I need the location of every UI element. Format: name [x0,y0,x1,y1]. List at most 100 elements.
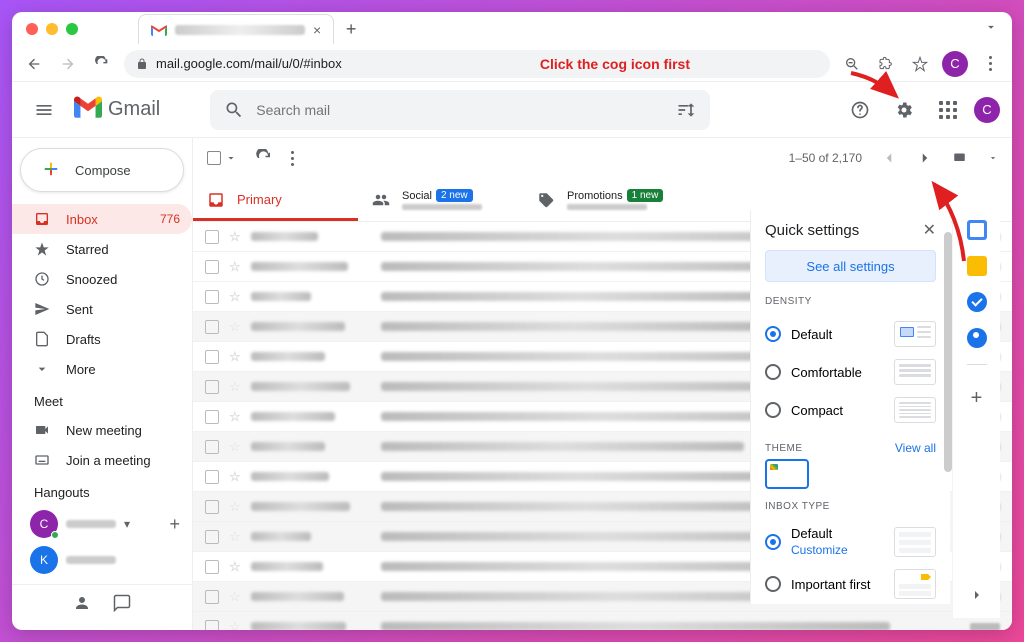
reload-button[interactable] [90,52,114,76]
star-icon[interactable]: ☆ [229,319,241,335]
row-checkbox[interactable] [205,590,219,604]
star-icon[interactable]: ☆ [229,409,241,425]
inbox-type-default[interactable]: Default Customize [765,520,936,563]
gmail-logo[interactable]: Gmail [74,96,160,124]
scrollbar[interactable] [944,232,952,472]
nav-join-meeting[interactable]: Join a meeting [12,445,192,475]
more-actions-icon[interactable] [291,151,294,166]
get-addons-icon[interactable]: + [971,387,983,410]
hangouts-user-row[interactable]: K [12,542,192,578]
chevron-down-icon[interactable] [984,20,998,39]
row-checkbox[interactable] [205,290,219,304]
star-icon[interactable]: ☆ [229,289,241,305]
close-panel-icon[interactable]: ✕ [923,220,936,240]
close-tab-icon[interactable]: × [313,22,321,38]
row-checkbox[interactable] [205,410,219,424]
sent-icon [34,301,50,317]
tab-primary[interactable]: Primary [193,178,358,221]
chevron-down-icon [225,152,237,164]
row-checkbox[interactable] [205,230,219,244]
select-all-checkbox[interactable] [207,151,237,165]
account-avatar[interactable]: C [974,97,1000,123]
keep-addon-icon[interactable] [967,256,987,276]
star-icon[interactable]: ☆ [229,439,241,455]
star-icon[interactable]: ☆ [229,469,241,485]
nav-inbox[interactable]: Inbox 776 [12,204,192,234]
density-option-comfortable[interactable]: Comfortable [765,353,936,391]
row-checkbox[interactable] [205,620,219,631]
row-checkbox[interactable] [205,440,219,454]
nav-starred[interactable]: Starred [12,234,192,264]
refresh-icon[interactable] [255,149,273,167]
tab-promotions[interactable]: Promotions1 new [523,178,688,221]
row-checkbox[interactable] [205,380,219,394]
star-icon[interactable]: ☆ [229,349,241,365]
chat-bubble-icon[interactable] [113,594,131,612]
search-input[interactable] [256,102,664,118]
minimize-window[interactable] [46,23,58,35]
nav-drafts[interactable]: Drafts [12,324,192,354]
row-checkbox[interactable] [205,530,219,544]
star-icon[interactable]: ☆ [229,259,241,275]
nav-snoozed[interactable]: Snoozed [12,264,192,294]
row-checkbox[interactable] [205,260,219,274]
url-field[interactable]: mail.google.com/mail/u/0/#inbox Click th… [124,50,830,78]
search-options-icon[interactable] [676,100,696,120]
settings-gear-icon[interactable] [886,92,922,128]
bookmark-star-icon[interactable] [908,52,932,76]
density-option-compact[interactable]: Compact [765,391,936,429]
close-window[interactable] [26,23,38,35]
star-icon[interactable]: ☆ [229,229,241,245]
star-icon[interactable]: ☆ [229,529,241,545]
gmail-logo-icon [74,96,102,124]
theme-thumbnail[interactable] [765,459,809,489]
row-checkbox[interactable] [205,350,219,364]
star-icon[interactable]: ☆ [229,499,241,515]
collapse-rail-icon[interactable] [969,587,985,608]
compose-button[interactable]: Compose [20,148,184,192]
email-row[interactable]: ☆ [193,612,1012,630]
person-icon[interactable] [73,594,91,612]
chevron-down-icon[interactable] [988,153,998,163]
input-tools-icon[interactable] [952,149,970,167]
next-page-icon[interactable] [916,149,934,167]
new-chat-icon[interactable]: + [169,514,180,535]
see-all-settings-button[interactable]: See all settings [765,250,936,282]
star-icon[interactable]: ☆ [229,589,241,605]
density-option-default[interactable]: Default [765,315,936,353]
star-icon[interactable]: ☆ [229,379,241,395]
view-all-themes-link[interactable]: View all [895,441,936,455]
google-apps-icon[interactable] [930,92,966,128]
extensions-icon[interactable] [874,52,898,76]
main-menu-icon[interactable] [24,90,64,130]
star-icon[interactable]: ☆ [229,619,241,631]
inbox-type-important[interactable]: Important first [765,563,936,604]
nav-new-meeting[interactable]: New meeting [12,415,192,445]
search-mail[interactable] [210,90,710,130]
nav-sent[interactable]: Sent [12,294,192,324]
sender-obscured [251,442,371,451]
contacts-addon-icon[interactable] [967,328,987,348]
profile-avatar[interactable]: C [942,51,968,77]
row-checkbox[interactable] [205,320,219,334]
calendar-addon-icon[interactable] [967,220,987,240]
prev-page-icon[interactable] [880,149,898,167]
nav-more[interactable]: More [12,354,192,384]
hangouts-user-row[interactable]: C ▾ + [12,506,192,542]
support-icon[interactable] [842,92,878,128]
browser-menu-icon[interactable] [978,52,1002,76]
customize-link[interactable]: Customize [791,543,848,557]
row-checkbox[interactable] [205,560,219,574]
row-checkbox[interactable] [205,470,219,484]
tab-social[interactable]: Social2 new [358,178,523,221]
maximize-window[interactable] [66,23,78,35]
tasks-addon-icon[interactable] [967,292,987,312]
gmail-app: Gmail C Compose [12,82,1012,630]
row-checkbox[interactable] [205,500,219,514]
new-tab-button[interactable]: + [338,16,364,42]
forward-button[interactable] [56,52,80,76]
zoom-icon[interactable] [840,52,864,76]
star-icon[interactable]: ☆ [229,559,241,575]
back-button[interactable] [22,52,46,76]
browser-tab[interactable]: × [138,14,334,44]
